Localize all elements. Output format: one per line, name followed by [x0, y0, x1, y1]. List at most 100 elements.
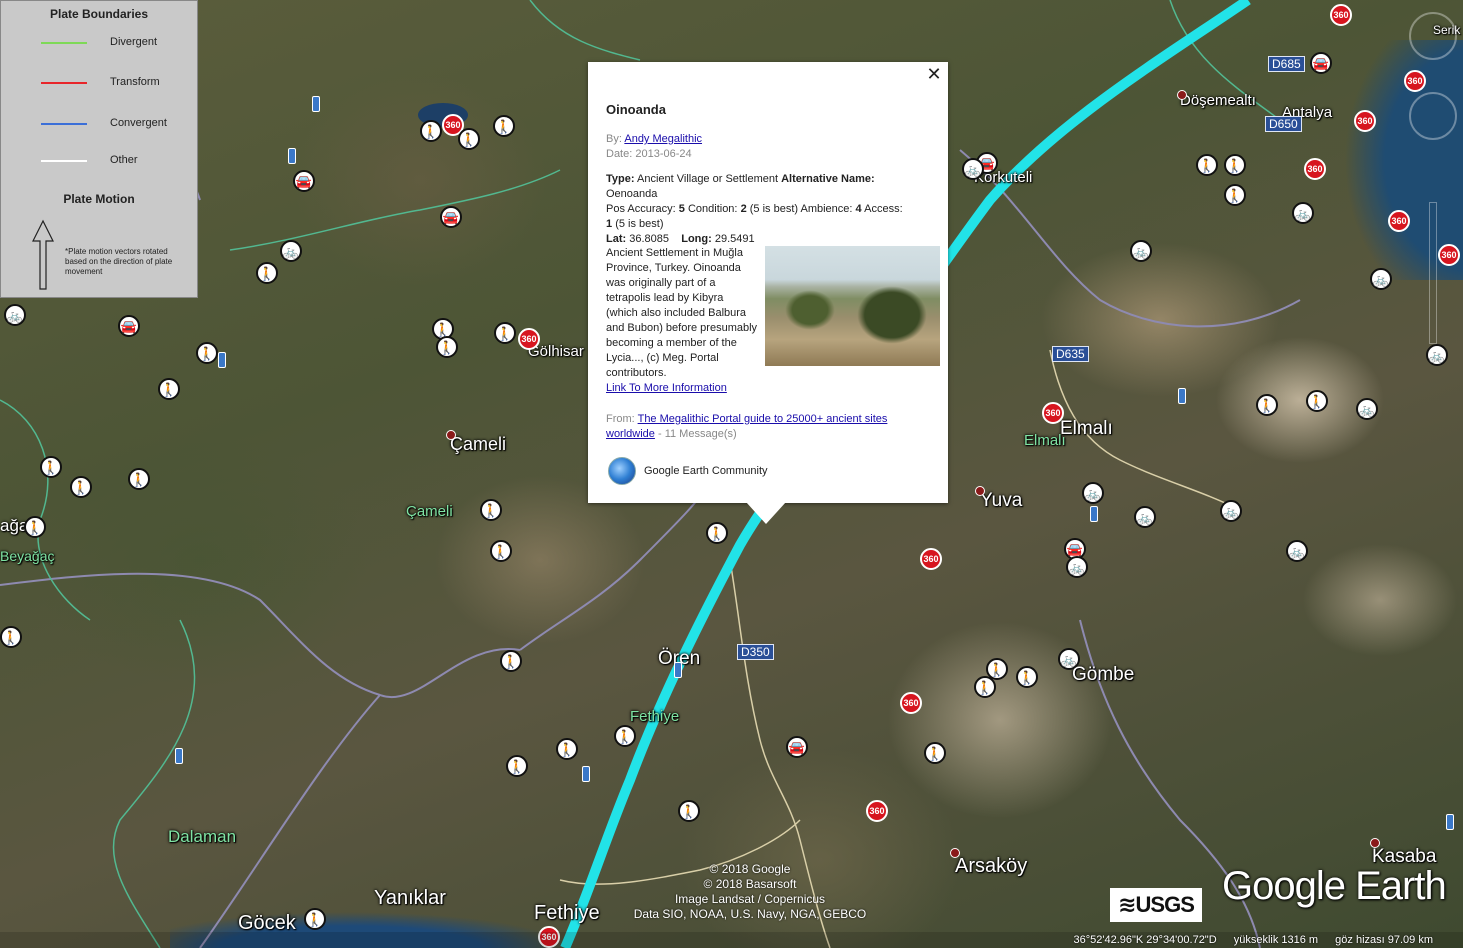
hiking-marker[interactable]: 🚶	[24, 516, 46, 538]
panorama-360-marker[interactable]: 360	[900, 692, 922, 714]
info-pin[interactable]	[1446, 814, 1454, 830]
bike-marker[interactable]: 🚲	[1292, 202, 1314, 224]
legend-label: Transform	[110, 76, 160, 88]
attribution-line: Image Landsat / Copernicus	[674, 892, 826, 906]
bike-marker[interactable]: 🚲	[4, 304, 26, 326]
hiking-marker[interactable]: 🚶	[1256, 394, 1278, 416]
panorama-360-marker[interactable]: 360	[1304, 158, 1326, 180]
legend-item-transform: Transform	[41, 76, 191, 90]
hiking-marker[interactable]: 🚶	[304, 908, 326, 930]
hiking-marker[interactable]: 🚶	[436, 336, 458, 358]
hiking-marker[interactable]: 🚶	[490, 540, 512, 562]
hiking-marker[interactable]: 🚶	[924, 742, 946, 764]
bike-marker[interactable]: 🚲	[1356, 398, 1378, 420]
author-link[interactable]: Andy Megalithic	[624, 133, 702, 145]
bike-marker[interactable]: 🚲	[1220, 500, 1242, 522]
hiking-marker[interactable]: 🚶	[1224, 154, 1246, 176]
info-pin[interactable]	[582, 766, 590, 782]
more-info-link[interactable]: Link To More Information	[606, 382, 727, 394]
info-pin[interactable]	[175, 748, 183, 764]
settlement-dot	[446, 430, 456, 440]
hiking-marker[interactable]: 🚶	[128, 468, 150, 490]
car-marker[interactable]: 🚘	[440, 206, 462, 228]
bike-marker[interactable]: 🚲	[1130, 240, 1152, 262]
hiking-marker[interactable]: 🚶	[500, 650, 522, 672]
hiking-marker[interactable]: 🚶	[0, 626, 22, 648]
cond-value: 2	[740, 203, 747, 215]
bike-marker[interactable]: 🚲	[1370, 268, 1392, 290]
panorama-360-marker[interactable]: 360	[518, 328, 540, 350]
info-pin[interactable]	[288, 148, 296, 164]
road-d685: D685	[1268, 56, 1305, 72]
access-label: Access:	[864, 203, 903, 215]
hiking-marker[interactable]: 🚶	[706, 522, 728, 544]
look-control-icon[interactable]	[1409, 12, 1457, 60]
move-control-icon[interactable]	[1409, 92, 1457, 140]
photo-tree	[785, 290, 835, 330]
hiking-marker[interactable]: 🚶	[974, 676, 996, 698]
bike-marker[interactable]: 🚲	[1058, 648, 1080, 670]
info-pin[interactable]	[1090, 506, 1098, 522]
place-elmali: Elmalı	[1060, 418, 1113, 439]
panorama-360-marker[interactable]: 360	[1042, 402, 1064, 424]
lat-value: 36.8085	[629, 233, 669, 245]
hiking-marker[interactable]: 🚶	[1306, 390, 1328, 412]
panorama-360-marker[interactable]: 360	[1354, 110, 1376, 132]
balloon-description: Ancient Settlement in Muğla Province, Tu…	[606, 246, 758, 396]
hiking-marker[interactable]: 🚶	[70, 476, 92, 498]
usgs-logo: ≋USGS	[1110, 888, 1202, 922]
place-dosemealti: Döşemealtı	[1180, 92, 1256, 109]
info-pin[interactable]	[674, 662, 682, 678]
attribution-line: © 2018 Google	[709, 862, 791, 876]
bike-marker[interactable]: 🚲	[1082, 482, 1104, 504]
car-marker[interactable]: 🚘	[118, 315, 140, 337]
hiking-marker[interactable]: 🚶	[493, 115, 515, 137]
zoom-slider[interactable]	[1429, 202, 1437, 344]
hiking-marker[interactable]: 🚶	[494, 322, 516, 344]
place-beyagac: Beyağaç	[0, 548, 55, 564]
balloon-details: Type: Ancient Village or Settlement Alte…	[606, 172, 941, 247]
road-d635: D635	[1052, 346, 1089, 362]
info-pin[interactable]	[218, 352, 226, 368]
place-fethiye-district: Fethiye	[630, 708, 680, 725]
hiking-marker[interactable]: 🚶	[256, 262, 278, 284]
panorama-360-marker[interactable]: 360	[920, 548, 942, 570]
hiking-marker[interactable]: 🚶	[196, 342, 218, 364]
close-icon[interactable]: ✕	[924, 64, 944, 85]
car-marker[interactable]: 🚘	[293, 170, 315, 192]
hiking-marker[interactable]: 🚶	[480, 499, 502, 521]
hiking-marker[interactable]: 🚶	[506, 755, 528, 777]
site-photo[interactable]	[765, 246, 940, 366]
hiking-marker[interactable]: 🚶	[458, 128, 480, 150]
attribution-line: © 2018 Basarsoft	[703, 877, 797, 891]
car-marker[interactable]: 🚘	[786, 736, 808, 758]
hiking-marker[interactable]: 🚶	[1196, 154, 1218, 176]
bike-marker[interactable]: 🚲	[962, 158, 984, 180]
source-link[interactable]: The Megalithic Portal guide to 25000+ an…	[606, 413, 887, 440]
bike-marker[interactable]: 🚲	[280, 240, 302, 262]
description-text: Ancient Settlement in Muğla Province, Tu…	[606, 247, 758, 379]
pos-label: Pos Accuracy:	[606, 203, 676, 215]
hiking-marker[interactable]: 🚶	[678, 800, 700, 822]
community-badge[interactable]: Google Earth Community	[608, 457, 768, 485]
panorama-360-marker[interactable]: 360	[866, 800, 888, 822]
date-value: 2013-06-24	[635, 148, 692, 160]
bike-marker[interactable]: 🚲	[1286, 540, 1308, 562]
info-pin[interactable]	[312, 96, 320, 112]
admin-boundary	[199, 694, 381, 948]
hiking-marker[interactable]: 🚶	[40, 456, 62, 478]
hiking-marker[interactable]: 🚶	[1016, 666, 1038, 688]
hiking-marker[interactable]: 🚶	[1224, 184, 1246, 206]
hiking-marker[interactable]: 🚶	[420, 120, 442, 142]
bike-marker[interactable]: 🚲	[1134, 506, 1156, 528]
balloon-meta: By: Andy Megalithic Date: 2013-06-24	[606, 132, 702, 162]
hiking-marker[interactable]: 🚶	[556, 738, 578, 760]
panorama-360-marker[interactable]: 360	[1330, 4, 1352, 26]
bike-marker[interactable]: 🚲	[1066, 556, 1088, 578]
car-marker[interactable]: 🚘	[1310, 52, 1332, 74]
info-pin[interactable]	[1178, 388, 1186, 404]
hiking-marker[interactable]: 🚶	[158, 378, 180, 400]
google-earth-logo: Google Earth	[1222, 864, 1447, 908]
navigation-controls[interactable]	[1407, 12, 1457, 352]
hiking-marker[interactable]: 🚶	[614, 725, 636, 747]
